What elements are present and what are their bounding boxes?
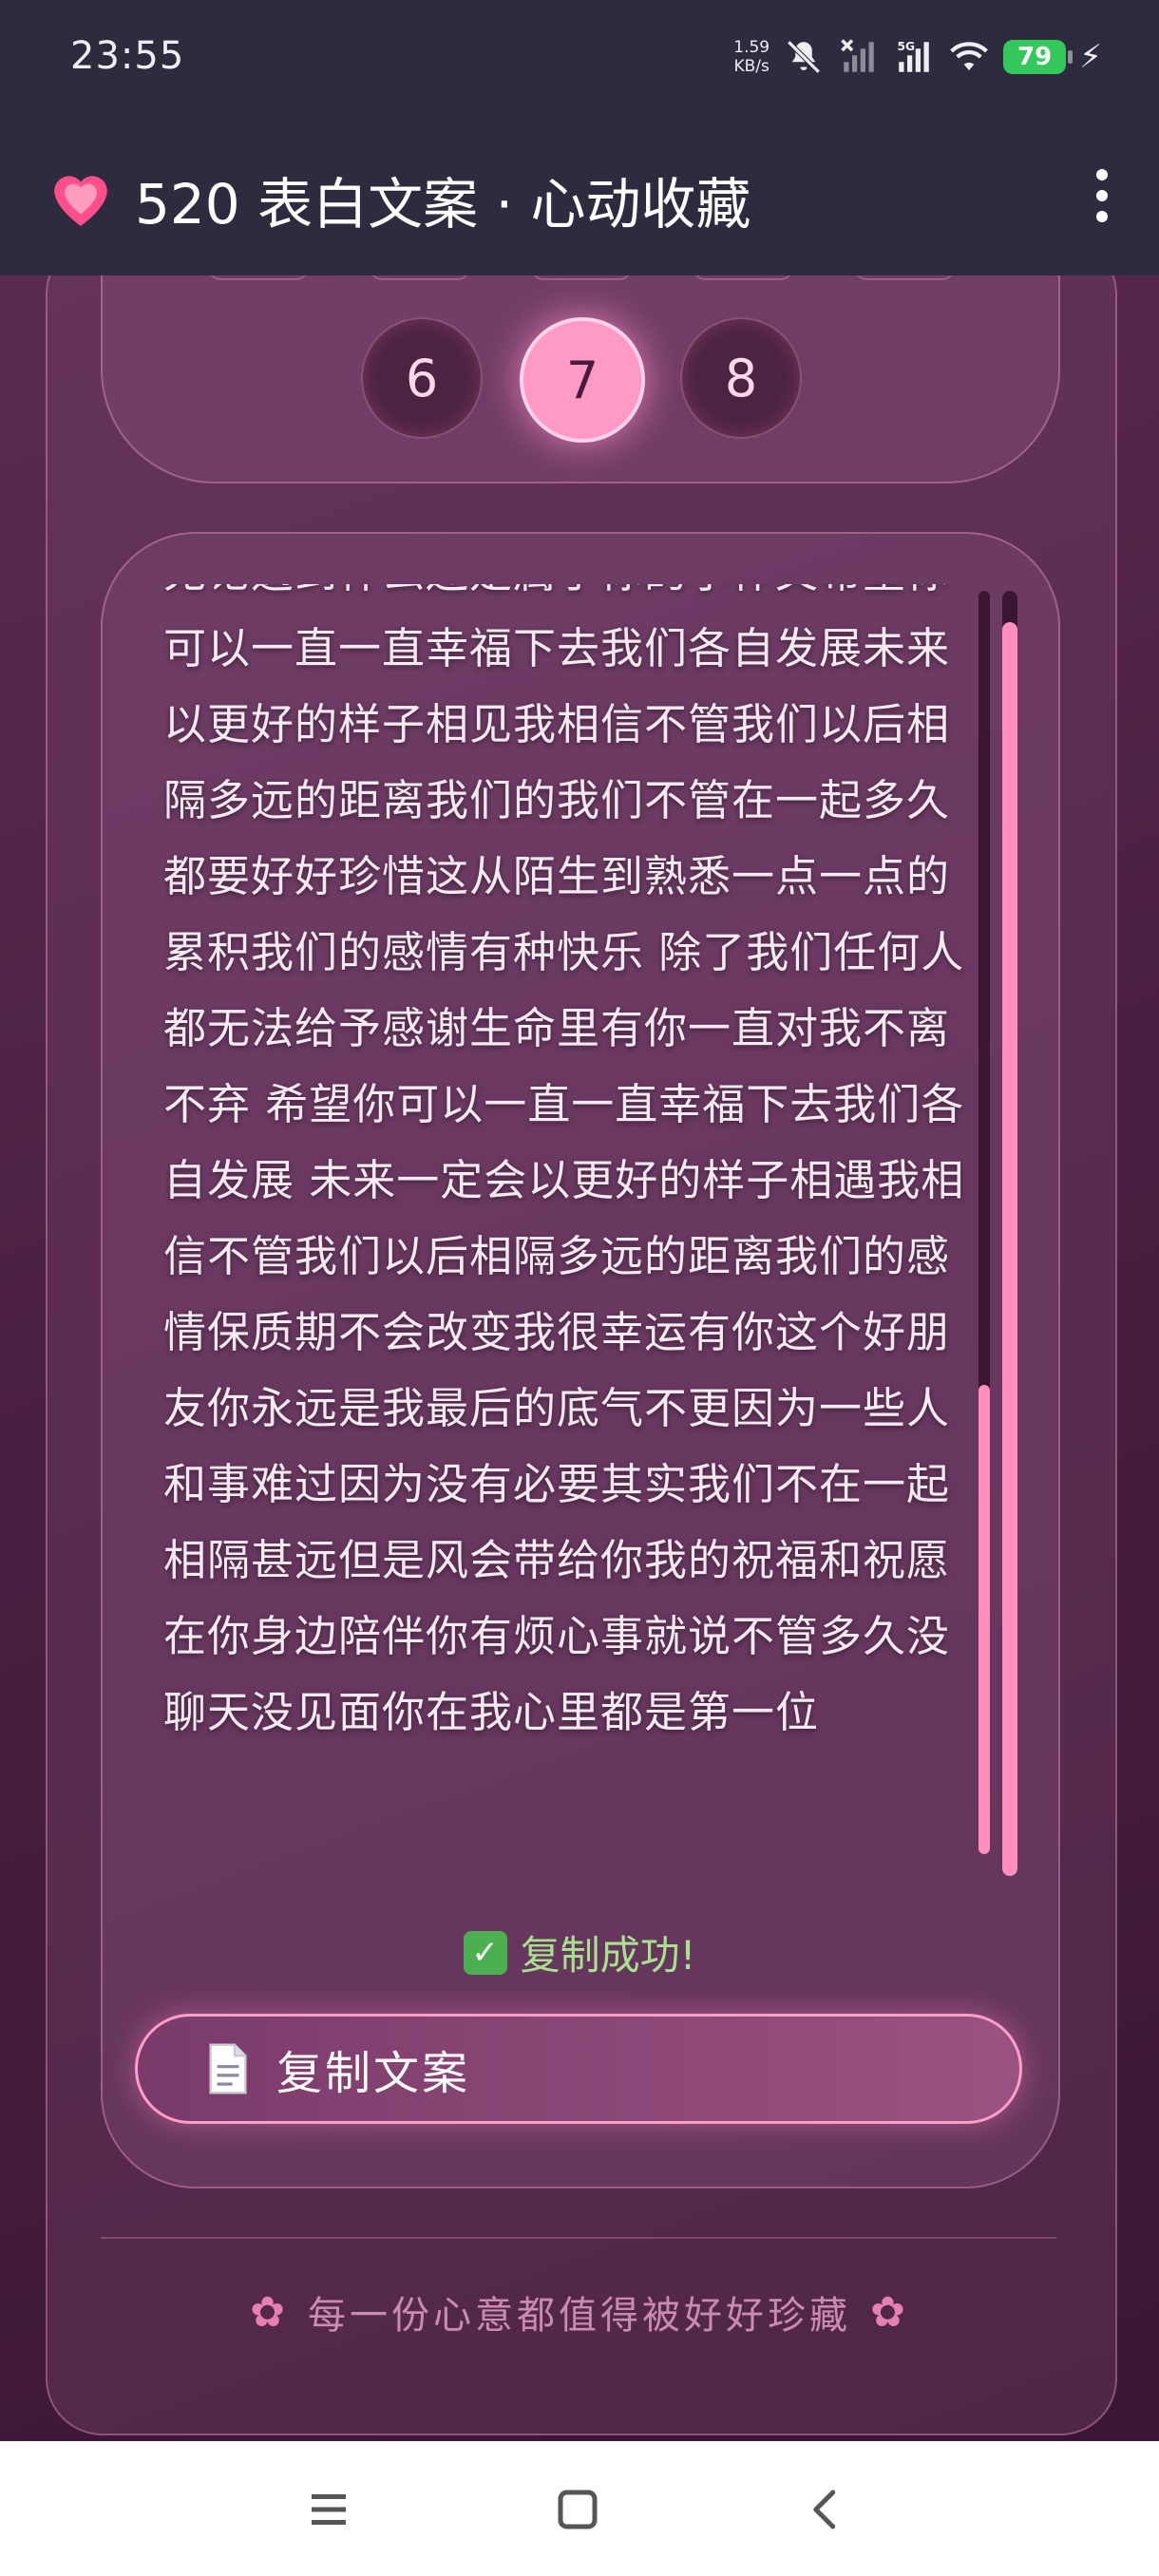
copy-button-label: 复制文案 [276,2047,471,2100]
back-icon[interactable] [798,2481,855,2538]
recents-icon[interactable] [300,2481,357,2538]
top-bar: 23:55 1.59 KB/s 5G 79 ⚡ 520 表白文案 · 心动收藏 [0,0,1159,275]
app-title: 520 表白文案 · 心动收藏 [135,172,751,237]
more-vert-icon[interactable] [1092,169,1112,222]
charging-icon: ⚡ [1079,38,1102,76]
page-button-6[interactable]: 6 [361,317,483,439]
signal-icon: 5G [893,36,935,78]
footer: ✿ 每一份心意都值得被好好珍藏 ✿ [0,2284,1159,2339]
cherry-blossom-icon: ✿ [250,2287,289,2337]
copy-text-button[interactable]: 复制文案 [135,2014,1022,2124]
system-nav-bar [0,2441,1159,2576]
text-scroll-area[interactable]: 无论遇到什么还是属于你的小作文希望你可以一直一直幸福下去我们各自发展未来以更好的… [163,584,971,1857]
heart-icon [54,176,107,226]
status-time: 23:55 [70,34,185,78]
svg-text:5G: 5G [898,40,916,53]
check-icon: ✓ [463,1930,507,1975]
copy-status-text: 复制成功! [520,1932,696,1979]
home-icon[interactable] [549,2481,606,2538]
net-speed: 1.59 KB/s [733,38,770,76]
battery-icon: 79 [1003,40,1074,74]
love-letter-text: 无论遇到什么还是属于你的小作文希望你可以一直一直幸福下去我们各自发展未来以更好的… [163,584,965,1737]
cherry-blossom-icon: ✿ [870,2287,909,2337]
mute-icon [783,36,825,78]
page-button-8[interactable]: 8 [680,317,802,439]
signal-off-icon [838,36,880,78]
scrollbar-thumb[interactable] [978,1385,990,1854]
copy-success-message: ✓ 复制成功! [0,1923,1159,1981]
page-button-7-active[interactable]: 7 [520,317,645,443]
wifi-icon [948,36,990,78]
footer-text: 每一份心意都值得被好好珍藏 [308,2294,851,2338]
status-icons: 1.59 KB/s 5G 79 ⚡ [733,28,1102,85]
document-icon [209,2043,247,2094]
scrollbar-thumb-outer[interactable] [1002,622,1017,1876]
divider [101,2237,1056,2239]
